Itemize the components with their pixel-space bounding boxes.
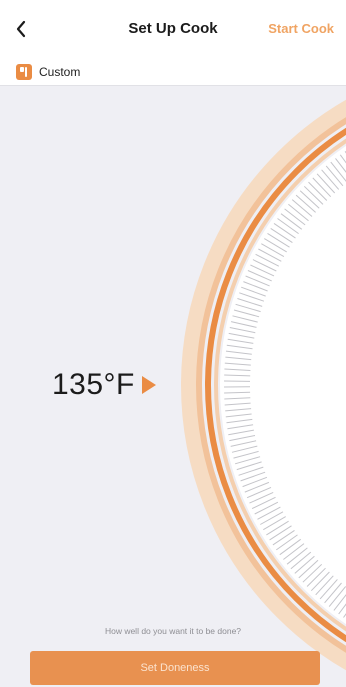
- probe-glyph: [20, 66, 27, 77]
- cook-profile-label: Custom: [39, 64, 81, 79]
- temperature-dial[interactable]: [0, 0, 346, 687]
- probe-icon: [16, 63, 32, 80]
- temperature-value: 135°F: [52, 368, 135, 401]
- triangle-right-icon: [141, 376, 156, 394]
- cook-setup-screen: Set Up Cook Start Cook Custom 135°F How …: [0, 0, 346, 687]
- cook-profile-bar[interactable]: Custom: [0, 58, 346, 86]
- navigation-bar: Set Up Cook Start Cook: [0, 0, 346, 58]
- dial-minor-tick: [224, 391, 251, 394]
- chevron-left-icon: [16, 20, 26, 38]
- start-cook-button[interactable]: Start Cook: [268, 21, 334, 36]
- temperature-readout: 135°F: [52, 368, 156, 402]
- set-doneness-button[interactable]: Set Doneness: [30, 651, 320, 685]
- back-button[interactable]: [8, 12, 34, 46]
- doneness-prompt: How well do you want it to be done?: [104, 626, 242, 636]
